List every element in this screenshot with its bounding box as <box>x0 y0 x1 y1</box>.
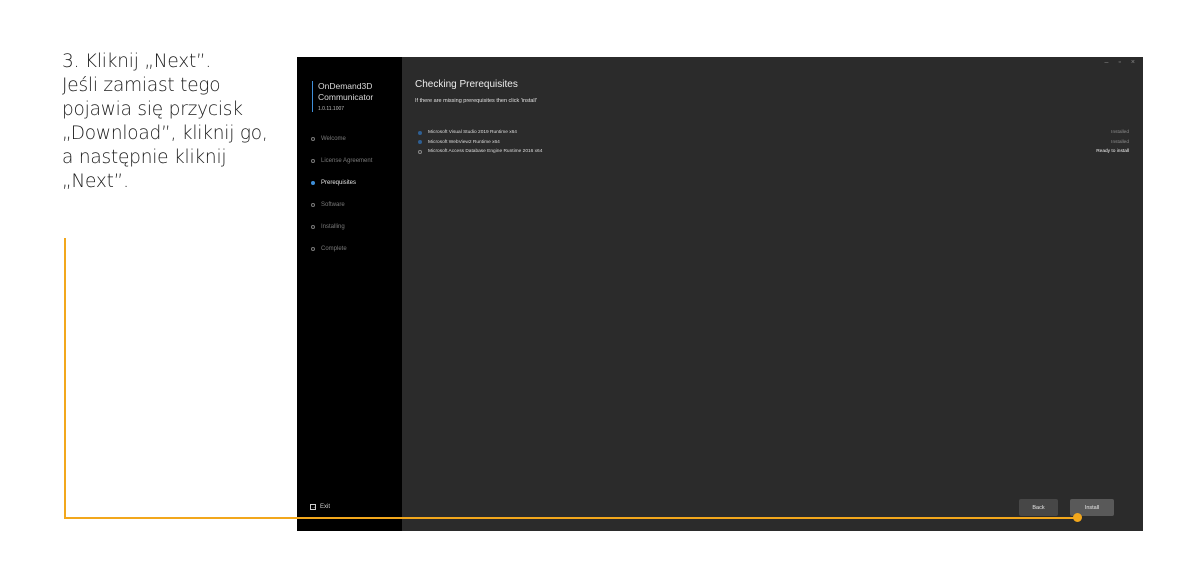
back-button[interactable]: Back <box>1019 499 1058 516</box>
nav-item-complete: Complete <box>311 238 372 260</box>
instruction-text: 3. Kliknij „Next”. Jeśli zamiast tego po… <box>62 50 292 194</box>
prerequisite-status: Installed <box>1111 139 1129 145</box>
page-title: Checking Prerequisites <box>415 79 518 90</box>
app-version: 1.0.11.1007 <box>318 106 345 112</box>
installed-status-icon <box>418 140 422 145</box>
restore-button[interactable]: ▫ <box>1118 59 1120 66</box>
app-name-line1: OnDemand3D <box>318 81 373 91</box>
prerequisite-row: Microsoft WebView2 Runtime x64 Installed <box>418 138 1129 148</box>
callout-line-horizontal <box>64 517 1078 519</box>
step-nav: Welcome License Agreement Prerequisites … <box>311 128 372 260</box>
nav-item-label: License Agreement <box>321 158 373 164</box>
step-status-icon <box>311 225 315 229</box>
prerequisite-row: Microsoft Access Database Engine Runtime… <box>418 147 1129 157</box>
instruction-line: 3. Kliknij „Next”. <box>62 51 212 72</box>
exit-label: Exit <box>320 504 331 510</box>
instruction-line: „Download”, kliknij go, <box>62 123 268 144</box>
nav-item-license-agreement: License Agreement <box>311 150 372 172</box>
sidebar: OnDemand3D Communicator 1.0.11.1007 Welc… <box>297 57 402 531</box>
prerequisite-status: Installed <box>1111 130 1129 136</box>
main-panel: – ▫ × Checking Prerequisites If there ar… <box>402 57 1143 531</box>
close-button[interactable]: × <box>1131 59 1135 66</box>
nav-item-label: Software <box>321 202 345 208</box>
minimize-button[interactable]: – <box>1105 59 1109 66</box>
prerequisite-name: Microsoft Access Database Engine Runtime… <box>428 149 543 155</box>
instruction-line: Jeśli zamiast tego <box>62 75 221 96</box>
instruction-line: a następnie kliknij <box>62 147 227 168</box>
nav-item-label: Complete <box>321 246 347 252</box>
nav-item-label: Installing <box>321 224 345 230</box>
prerequisite-row: Microsoft Visual Studio 2019 Runtime x64… <box>418 128 1129 138</box>
app-name-line2: Communicator <box>318 92 374 102</box>
window-controls: – ▫ × <box>1105 59 1135 66</box>
step-status-icon <box>311 159 315 163</box>
nav-item-prerequisites: Prerequisites <box>311 172 372 194</box>
pending-status-icon <box>418 149 422 154</box>
nav-item-label: Welcome <box>321 136 346 142</box>
page-subtitle: If there are missing prerequisites then … <box>415 98 537 104</box>
prerequisite-name: Microsoft Visual Studio 2019 Runtime x64 <box>428 130 517 136</box>
installer-window: OnDemand3D Communicator 1.0.11.1007 Welc… <box>297 57 1143 531</box>
prerequisite-list: Microsoft Visual Studio 2019 Runtime x64… <box>418 128 1129 157</box>
nav-item-welcome: Welcome <box>311 128 372 150</box>
prerequisite-name: Microsoft WebView2 Runtime x64 <box>428 139 500 145</box>
exit-button[interactable]: → Exit <box>310 504 330 510</box>
callout-dot <box>1073 513 1082 522</box>
nav-item-installing: Installing <box>311 216 372 238</box>
exit-icon: → <box>310 504 316 510</box>
step-status-icon <box>311 137 315 141</box>
callout-line-vertical <box>64 238 66 519</box>
instruction-line: pojawia się przycisk <box>62 99 243 120</box>
nav-item-software: Software <box>311 194 372 216</box>
nav-item-label: Prerequisites <box>321 180 357 186</box>
installed-status-icon <box>418 130 422 135</box>
step-status-icon <box>311 181 315 185</box>
app-brand: OnDemand3D Communicator 1.0.11.1007 <box>312 81 373 112</box>
prerequisite-status: Ready to install <box>1096 149 1129 155</box>
instruction-line: „Next”. <box>62 171 129 192</box>
step-status-icon <box>311 203 315 207</box>
step-status-icon <box>311 247 315 251</box>
